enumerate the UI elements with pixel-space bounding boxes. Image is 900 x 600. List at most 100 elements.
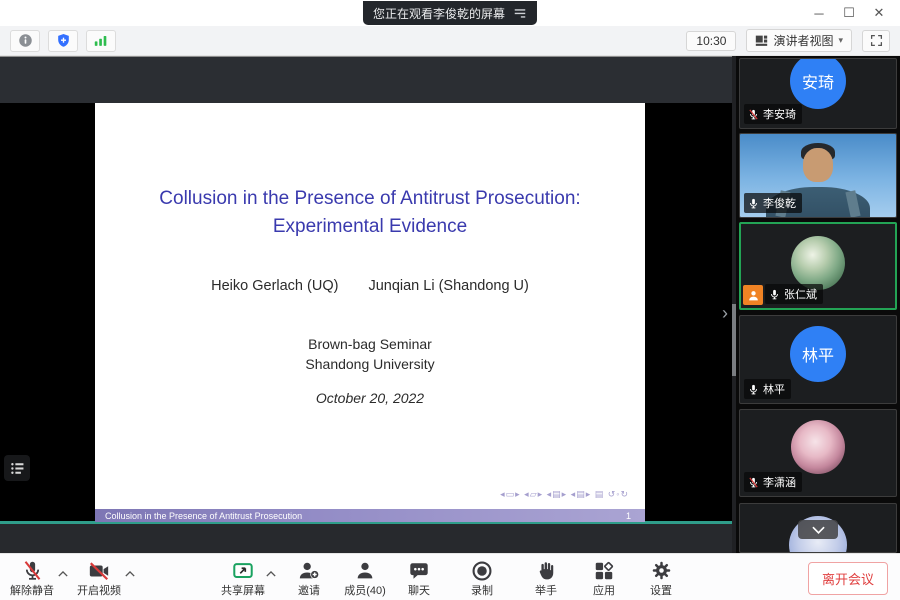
participant-tile-lianqi[interactable]: 安琦 李安琦: [739, 58, 897, 129]
slide-footer-title: Collusion in the Presence of Antitrust P…: [105, 511, 302, 521]
collapse-panel-chevron[interactable]: ›: [722, 304, 728, 322]
security-button[interactable]: [48, 30, 78, 52]
settings-button[interactable]: 设置: [633, 559, 689, 598]
unmute-button[interactable]: 解除静音: [4, 559, 60, 598]
camera-off-icon: [71, 559, 127, 582]
record-circle-icon: [454, 559, 510, 582]
meeting-info-button[interactable]: [10, 30, 40, 52]
members-button[interactable]: 成员(40): [337, 559, 393, 598]
settings-label: 设置: [633, 582, 689, 598]
slide-seminar-line2: Shandong University: [95, 354, 645, 374]
share-screen-button[interactable]: 共享屏幕: [215, 559, 271, 598]
participant-tile-more[interactable]: [739, 503, 897, 553]
beamer-navigation-symbols: ◂▭▸ ◂▱▸ ◂▤▸ ◂▤▸ ▤ ↺◦↻: [500, 489, 629, 500]
slide-title: Collusion in the Presence of Antitrust P…: [95, 185, 645, 241]
participant-name: 李俊乾: [763, 195, 796, 211]
mic-on-icon: [769, 289, 780, 300]
info-icon: [18, 33, 33, 48]
record-label: 录制: [454, 582, 510, 598]
unmute-label: 解除静音: [4, 582, 60, 598]
invite-button[interactable]: 邀请: [281, 559, 337, 598]
person-icon: [747, 289, 760, 302]
view-mode-label: 演讲者视图: [773, 32, 833, 49]
mic-muted-icon: [748, 109, 759, 120]
meeting-window: 您正在观看李俊乾的屏幕 ─ ☐ ✕: [0, 0, 900, 600]
participant-tile-linping[interactable]: 林平 林平: [739, 315, 897, 404]
gear-icon: [633, 559, 689, 582]
shared-screen-bottom-band: [0, 524, 736, 553]
meeting-toolbar: 解除静音 开启视频 共享屏幕 邀请: [0, 553, 900, 600]
participant-name-tag: 李潇涵: [744, 472, 802, 492]
chat-label: 聊天: [391, 582, 447, 598]
avatar-photo: [791, 420, 845, 474]
meeting-topbar: 10:30 演讲者视图 ▾: [0, 26, 900, 56]
apps-grid-icon: [576, 559, 632, 582]
share-screen-icon: [215, 559, 271, 582]
participants-panel: 安琦 李安琦: [736, 56, 900, 553]
video-options-chevron[interactable]: [125, 571, 135, 577]
shared-screen-region: Collusion in the Presence of Antitrust P…: [0, 56, 736, 553]
shield-plus-icon: [56, 33, 71, 48]
slide-author-2: Junqian Li (Shandong U): [368, 278, 528, 294]
raised-hand-icon: [518, 559, 574, 582]
slide-footer-bar: Collusion in the Presence of Antitrust P…: [95, 509, 645, 522]
main-area: Collusion in the Presence of Antitrust P…: [0, 56, 900, 553]
record-button[interactable]: 录制: [454, 559, 510, 598]
mic-on-icon: [748, 198, 759, 209]
raise-hand-button[interactable]: 举手: [518, 559, 574, 598]
fullscreen-icon: [870, 34, 883, 47]
avatar-photo: [791, 236, 845, 290]
window-controls: ─ ☐ ✕: [804, 0, 894, 26]
viewing-screen-text: 您正在观看李俊乾的屏幕: [373, 5, 505, 22]
members-person-icon: [337, 559, 393, 582]
view-mode-button[interactable]: 演讲者视图 ▾: [746, 29, 852, 52]
video-person-head: [803, 148, 833, 182]
scroll-more-participants-button[interactable]: [798, 520, 838, 539]
slide-title-line1: Collusion in the Presence of Antitrust P…: [95, 185, 645, 213]
window-titlebar: 您正在观看李俊乾的屏幕 ─ ☐ ✕: [0, 0, 900, 26]
raise-hand-label: 举手: [518, 582, 574, 598]
network-quality-button[interactable]: [86, 30, 116, 52]
slide-author-1: Heiko Gerlach (UQ): [211, 278, 338, 294]
slide-page-number: 1: [626, 511, 631, 521]
host-badge: [743, 285, 763, 305]
topbar-right-controls: 10:30 演讲者视图 ▾: [686, 29, 890, 52]
chevron-down-icon: [812, 526, 825, 534]
presentation-slide: Collusion in the Presence of Antitrust P…: [95, 103, 645, 522]
mic-muted-icon: [4, 559, 60, 582]
avatar: 安琦: [790, 58, 846, 109]
minimize-icon[interactable]: ─: [804, 0, 834, 26]
maximize-icon[interactable]: ☐: [834, 0, 864, 26]
participant-name: 张仁斌: [784, 286, 817, 302]
leave-meeting-button[interactable]: 离开会议: [808, 562, 888, 595]
participant-name-tag: 李安琦: [744, 104, 802, 124]
apps-button[interactable]: 应用: [576, 559, 632, 598]
mute-options-chevron[interactable]: [58, 571, 68, 577]
chat-button[interactable]: 聊天: [391, 559, 447, 598]
meeting-timer: 10:30: [686, 31, 736, 51]
share-options-chevron[interactable]: [266, 571, 276, 577]
signal-bars-icon: [93, 34, 109, 47]
viewing-screen-banner[interactable]: 您正在观看李俊乾的屏幕: [363, 1, 537, 25]
annotation-list-button[interactable]: [4, 455, 30, 481]
share-screen-label: 共享屏幕: [215, 582, 271, 598]
chat-bubble-icon: [391, 559, 447, 582]
invite-person-icon: [281, 559, 337, 582]
participant-tile-zhangrenbin[interactable]: 张仁斌: [739, 222, 897, 310]
slide-seminar-line1: Brown-bag Seminar: [95, 334, 645, 354]
participant-name: 李安琦: [763, 106, 796, 122]
participant-tile-lixiaohan[interactable]: 李潇涵: [739, 409, 897, 497]
mic-on-icon: [748, 384, 759, 395]
invite-label: 邀请: [281, 582, 337, 598]
layout-icon: [755, 34, 768, 47]
slide-seminar-block: Brown-bag Seminar Shandong University: [95, 334, 645, 374]
close-icon[interactable]: ✕: [864, 0, 894, 26]
shared-screen-top-band: [0, 56, 736, 103]
banner-menu-icon[interactable]: [513, 6, 527, 20]
chevron-down-icon: ▾: [838, 35, 843, 46]
participant-tile-lijunqian[interactable]: 李俊乾: [739, 133, 897, 218]
start-video-label: 开启视频: [71, 582, 127, 598]
start-video-button[interactable]: 开启视频: [71, 559, 127, 598]
avatar: 林平: [790, 326, 846, 382]
fullscreen-button[interactable]: [862, 30, 890, 52]
